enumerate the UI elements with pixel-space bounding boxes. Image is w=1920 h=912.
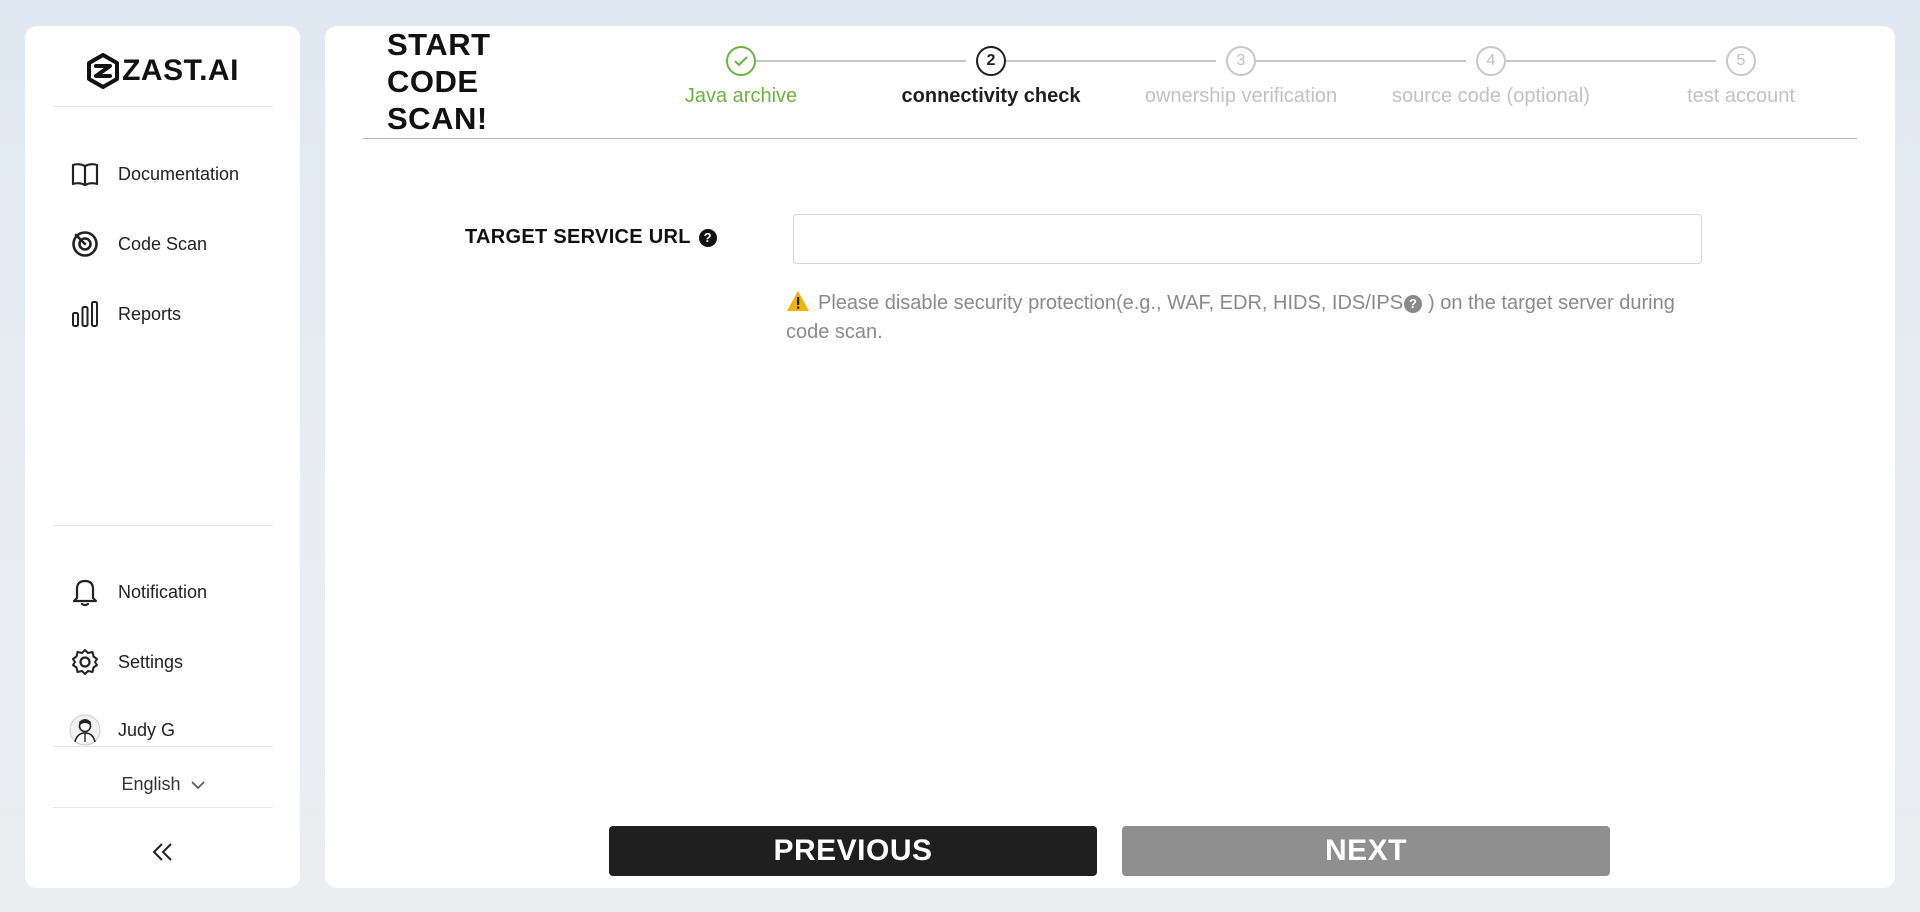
step-source-code: 4 source code (optional) (1366, 46, 1616, 108)
avatar (69, 714, 101, 746)
step-connector (1241, 60, 1466, 62)
target-url-label: TARGET SERVICE URL ? (465, 226, 717, 249)
step-number: 5 (1726, 46, 1756, 76)
divider (53, 106, 273, 107)
bar-chart-icon (69, 298, 101, 330)
step-java-archive[interactable]: Java archive (616, 46, 866, 108)
zast-logo-icon (87, 53, 120, 89)
field-label-text: TARGET SERVICE URL (465, 226, 691, 248)
warning-icon (786, 290, 810, 319)
divider (53, 525, 273, 526)
nav-settings[interactable]: Settings (53, 638, 273, 686)
header-divider (363, 138, 1857, 139)
target-url-input[interactable] (793, 214, 1702, 264)
bell-icon (69, 576, 101, 608)
step-number: 2 (976, 46, 1006, 76)
check-icon (726, 46, 756, 76)
nav-label: Documentation (118, 163, 240, 184)
step-label: test account (1687, 85, 1795, 107)
step-connector (991, 60, 1216, 62)
help-icon[interactable]: ? (698, 228, 717, 247)
nav-notification[interactable]: Notification (53, 568, 273, 616)
step-number: 3 (1226, 46, 1256, 76)
security-warning: Please disable security protection(e.g.,… (786, 290, 1706, 345)
language-label: English (121, 773, 181, 794)
step-label: connectivity check (901, 85, 1081, 107)
collapse-sidebar-button[interactable] (53, 834, 273, 874)
page-title: START CODE SCAN! (387, 27, 491, 136)
scan-target-icon (69, 228, 101, 260)
nav-label: Code Scan (118, 233, 208, 254)
gear-icon (69, 646, 101, 678)
step-label: source code (optional) (1392, 85, 1590, 107)
book-icon (69, 158, 101, 190)
user-name: Judy G (118, 719, 176, 740)
double-chevron-left-icon (151, 842, 175, 867)
main-panel: START CODE SCAN! Java archive 2 connecti… (325, 26, 1895, 888)
help-icon[interactable]: ? (1404, 295, 1423, 313)
nav-code-scan[interactable]: Code Scan (53, 220, 273, 268)
brand-name: ZAST.AI (122, 54, 239, 87)
divider (53, 746, 273, 747)
divider (53, 807, 273, 808)
step-connectivity-check[interactable]: 2 connectivity check (866, 46, 1116, 108)
step-connector (1491, 60, 1716, 62)
nav-documentation[interactable]: Documentation (53, 150, 273, 198)
language-selector[interactable]: English (53, 764, 273, 804)
step-connector (741, 60, 966, 62)
previous-button[interactable]: PREVIOUS (609, 826, 1097, 876)
nav-reports[interactable]: Reports (53, 290, 273, 338)
step-ownership-verification: 3 ownership verification (1116, 46, 1366, 108)
warning-text-before: Please disable security protection(e.g.,… (818, 292, 1404, 314)
step-test-account: 5 test account (1616, 46, 1866, 108)
step-label: ownership verification (1144, 85, 1338, 107)
nav-label: Reports (118, 303, 182, 324)
brand-logo[interactable]: ZAST.AI (25, 46, 300, 96)
nav-label: Notification (118, 581, 208, 602)
chevron-down-icon (190, 774, 205, 795)
nav-label: Settings (118, 651, 184, 672)
sidebar: ZAST.AI Documentation Code Scan Reports … (25, 26, 300, 888)
step-number: 4 (1476, 46, 1506, 76)
next-button[interactable]: NEXT (1122, 826, 1610, 876)
step-label: Java archive (684, 85, 798, 107)
